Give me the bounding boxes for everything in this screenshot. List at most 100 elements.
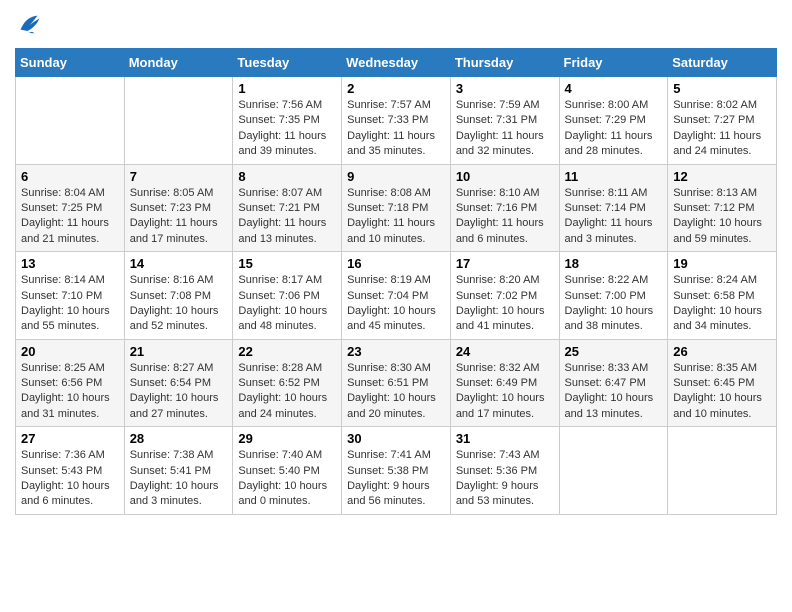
day-info: Sunrise: 8:30 AMSunset: 6:51 PMDaylight:…	[347, 361, 445, 423]
day-number: 23	[347, 344, 445, 359]
day-info: Sunrise: 8:14 AMSunset: 7:10 PMDaylight:…	[21, 273, 119, 335]
day-info: Sunrise: 8:19 AMSunset: 7:04 PMDaylight:…	[347, 273, 445, 335]
calendar-cell: 20 Sunrise: 8:25 AMSunset: 6:56 PMDayligh…	[16, 339, 125, 427]
day-info: Sunrise: 8:05 AMSunset: 7:23 PMDaylight:…	[130, 186, 228, 248]
day-number: 1	[238, 81, 336, 96]
day-number: 28	[130, 431, 228, 446]
calendar-cell: 2 Sunrise: 7:57 AMSunset: 7:33 PMDaylight…	[342, 77, 451, 165]
day-info: Sunrise: 8:04 AMSunset: 7:25 PMDaylight:…	[21, 186, 119, 248]
calendar-cell: 18 Sunrise: 8:22 AMSunset: 7:00 PMDayligh…	[559, 252, 668, 340]
day-header-wednesday: Wednesday	[342, 49, 451, 77]
day-info: Sunrise: 8:16 AMSunset: 7:08 PMDaylight:…	[130, 273, 228, 335]
day-info: Sunrise: 8:28 AMSunset: 6:52 PMDaylight:…	[238, 361, 336, 423]
calendar-cell: 24Sunrise: 8:32 AMSunset: 6:49 PMDayligh…	[450, 339, 559, 427]
day-info: Sunrise: 8:10 AMSunset: 7:16 PMDaylight:…	[456, 186, 554, 248]
calendar-cell: 19 Sunrise: 8:24 AMSunset: 6:58 PMDayligh…	[668, 252, 777, 340]
calendar-cell: 22 Sunrise: 8:28 AMSunset: 6:52 PMDayligh…	[233, 339, 342, 427]
day-info: Sunrise: 7:57 AMSunset: 7:33 PMDaylight:…	[347, 98, 445, 160]
day-info: Sunrise: 8:35 AMSunset: 6:45 PMDaylight:…	[673, 361, 771, 423]
day-number: 9	[347, 169, 445, 184]
logo	[15, 10, 47, 38]
calendar-cell: 21 Sunrise: 8:27 AMSunset: 6:54 PMDayligh…	[124, 339, 233, 427]
day-info: Sunrise: 8:20 AMSunset: 7:02 PMDaylight:…	[456, 273, 554, 335]
calendar-cell: 14 Sunrise: 8:16 AMSunset: 7:08 PMDayligh…	[124, 252, 233, 340]
day-number: 17	[456, 256, 554, 271]
calendar-week-1: 1Sunrise: 7:56 AMSunset: 7:35 PMDaylight…	[16, 77, 777, 165]
day-number: 6	[21, 169, 119, 184]
day-info: Sunrise: 7:36 AMSunset: 5:43 PMDaylight:…	[21, 448, 119, 510]
calendar-cell: 4 Sunrise: 8:00 AMSunset: 7:29 PMDaylight…	[559, 77, 668, 165]
calendar-week-3: 13 Sunrise: 8:14 AMSunset: 7:10 PMDayligh…	[16, 252, 777, 340]
day-info: Sunrise: 7:38 AMSunset: 5:41 PMDaylight:…	[130, 448, 228, 510]
day-info: Sunrise: 8:00 AMSunset: 7:29 PMDaylight:…	[565, 98, 663, 160]
calendar-cell: 26 Sunrise: 8:35 AMSunset: 6:45 PMDayligh…	[668, 339, 777, 427]
day-number: 22	[238, 344, 336, 359]
day-info: Sunrise: 8:11 AMSunset: 7:14 PMDaylight:…	[565, 186, 663, 248]
day-info: Sunrise: 8:27 AMSunset: 6:54 PMDaylight:…	[130, 361, 228, 423]
day-header-thursday: Thursday	[450, 49, 559, 77]
day-header-sunday: Sunday	[16, 49, 125, 77]
calendar-cell: 13 Sunrise: 8:14 AMSunset: 7:10 PMDayligh…	[16, 252, 125, 340]
day-number: 7	[130, 169, 228, 184]
day-number: 16	[347, 256, 445, 271]
day-info: Sunrise: 8:32 AMSunset: 6:49 PMDaylight:…	[456, 361, 554, 423]
day-number: 29	[238, 431, 336, 446]
day-number: 3	[456, 81, 554, 96]
calendar-cell: 27Sunrise: 7:36 AMSunset: 5:43 PMDayligh…	[16, 427, 125, 515]
calendar-week-5: 27Sunrise: 7:36 AMSunset: 5:43 PMDayligh…	[16, 427, 777, 515]
calendar-cell: 1Sunrise: 7:56 AMSunset: 7:35 PMDaylight…	[233, 77, 342, 165]
calendar-week-4: 20 Sunrise: 8:25 AMSunset: 6:56 PMDayligh…	[16, 339, 777, 427]
calendar-cell	[16, 77, 125, 165]
day-number: 4	[565, 81, 663, 96]
day-info: Sunrise: 8:22 AMSunset: 7:00 PMDaylight:…	[565, 273, 663, 335]
day-header-monday: Monday	[124, 49, 233, 77]
calendar-cell	[668, 427, 777, 515]
day-header-friday: Friday	[559, 49, 668, 77]
day-number: 20	[21, 344, 119, 359]
calendar-cell: 5 Sunrise: 8:02 AMSunset: 7:27 PMDaylight…	[668, 77, 777, 165]
calendar-week-2: 6 Sunrise: 8:04 AMSunset: 7:25 PMDaylight…	[16, 164, 777, 252]
calendar-cell: 17 Sunrise: 8:20 AMSunset: 7:02 PMDayligh…	[450, 252, 559, 340]
calendar-cell	[124, 77, 233, 165]
day-number: 25	[565, 344, 663, 359]
day-info: Sunrise: 8:25 AMSunset: 6:56 PMDaylight:…	[21, 361, 119, 423]
calendar-table: SundayMondayTuesdayWednesdayThursdayFrid…	[15, 48, 777, 515]
day-info: Sunrise: 8:08 AMSunset: 7:18 PMDaylight:…	[347, 186, 445, 248]
day-number: 8	[238, 169, 336, 184]
day-number: 30	[347, 431, 445, 446]
day-number: 5	[673, 81, 771, 96]
calendar-cell: 25Sunrise: 8:33 AMSunset: 6:47 PMDayligh…	[559, 339, 668, 427]
calendar-cell: 29 Sunrise: 7:40 AMSunset: 5:40 PMDayligh…	[233, 427, 342, 515]
day-info: Sunrise: 8:24 AMSunset: 6:58 PMDaylight:…	[673, 273, 771, 335]
calendar-cell: 31Sunrise: 7:43 AMSunset: 5:36 PMDayligh…	[450, 427, 559, 515]
day-header-saturday: Saturday	[668, 49, 777, 77]
calendar-cell: 11 Sunrise: 8:11 AMSunset: 7:14 PMDayligh…	[559, 164, 668, 252]
day-number: 2	[347, 81, 445, 96]
calendar-cell: 8Sunrise: 8:07 AMSunset: 7:21 PMDaylight…	[233, 164, 342, 252]
day-number: 11	[565, 169, 663, 184]
day-number: 15	[238, 256, 336, 271]
calendar-cell: 30 Sunrise: 7:41 AMSunset: 5:38 PMDayligh…	[342, 427, 451, 515]
calendar-cell: 12Sunrise: 8:13 AMSunset: 7:12 PMDayligh…	[668, 164, 777, 252]
page-header	[15, 10, 777, 38]
day-number: 19	[673, 256, 771, 271]
day-info: Sunrise: 7:40 AMSunset: 5:40 PMDaylight:…	[238, 448, 336, 510]
day-number: 14	[130, 256, 228, 271]
day-info: Sunrise: 8:17 AMSunset: 7:06 PMDaylight:…	[238, 273, 336, 335]
day-number: 21	[130, 344, 228, 359]
calendar-cell: 10 Sunrise: 8:10 AMSunset: 7:16 PMDayligh…	[450, 164, 559, 252]
day-number: 13	[21, 256, 119, 271]
calendar-cell: 6 Sunrise: 8:04 AMSunset: 7:25 PMDaylight…	[16, 164, 125, 252]
calendar-cell: 3 Sunrise: 7:59 AMSunset: 7:31 PMDaylight…	[450, 77, 559, 165]
day-number: 26	[673, 344, 771, 359]
calendar-cell: 7 Sunrise: 8:05 AMSunset: 7:23 PMDaylight…	[124, 164, 233, 252]
day-info: Sunrise: 7:59 AMSunset: 7:31 PMDaylight:…	[456, 98, 554, 160]
calendar-cell: 16 Sunrise: 8:19 AMSunset: 7:04 PMDayligh…	[342, 252, 451, 340]
day-number: 18	[565, 256, 663, 271]
day-info: Sunrise: 8:02 AMSunset: 7:27 PMDaylight:…	[673, 98, 771, 160]
day-info: Sunrise: 7:41 AMSunset: 5:38 PMDaylight:…	[347, 448, 445, 510]
calendar-cell	[559, 427, 668, 515]
day-number: 10	[456, 169, 554, 184]
day-number: 12	[673, 169, 771, 184]
calendar-cell: 9 Sunrise: 8:08 AMSunset: 7:18 PMDaylight…	[342, 164, 451, 252]
